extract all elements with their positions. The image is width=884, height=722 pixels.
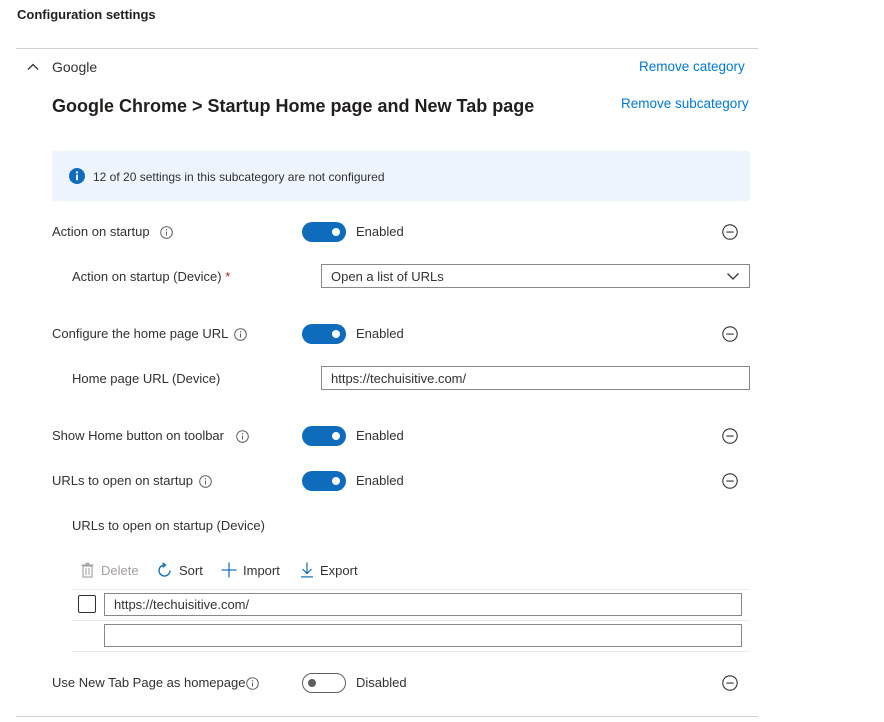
footer-divider: [16, 716, 758, 717]
refresh-icon: [158, 562, 171, 577]
home-page-url-toggle[interactable]: [302, 324, 346, 344]
header-divider: [16, 48, 758, 49]
home-page-url-label: Configure the home page URL: [52, 326, 229, 341]
page-title: Configuration settings: [17, 7, 156, 22]
home-page-url-device-label: Home page URL (Device): [72, 371, 221, 386]
subcategory-title: Google Chrome > Startup Home page and Ne…: [52, 96, 535, 116]
use-new-tab-page-toggle[interactable]: [302, 673, 346, 693]
remove-setting-icon[interactable]: [722, 224, 738, 240]
chevron-up-icon[interactable]: [26, 60, 40, 74]
remove-setting-icon[interactable]: [722, 675, 738, 691]
url-row-input-empty[interactable]: [104, 624, 742, 647]
dropdown-value: Open a list of URLs: [331, 268, 444, 284]
required-marker: *: [225, 269, 231, 284]
list-divider: [72, 651, 750, 652]
action-on-startup-dropdown[interactable]: Open a list of URLs: [321, 264, 750, 288]
use-new-tab-page-state: Disabled: [356, 675, 407, 690]
action-on-startup-device-text: Action on startup (Device): [72, 269, 222, 284]
remove-setting-icon[interactable]: [722, 473, 738, 489]
url-row-input[interactable]: https://techuisitive.com/: [104, 593, 742, 616]
import-button[interactable]: Import: [221, 562, 280, 578]
list-divider: [72, 589, 750, 590]
info-icon[interactable]: [199, 475, 212, 488]
category-name[interactable]: Google: [52, 59, 97, 75]
remove-category-link[interactable]: Remove category: [639, 59, 745, 74]
action-on-startup-toggle[interactable]: [302, 222, 346, 242]
import-label: Import: [243, 562, 280, 578]
remove-setting-icon[interactable]: [722, 428, 738, 444]
urls-on-startup-label: URLs to open on startup: [52, 473, 193, 488]
use-new-tab-page-label: Use New Tab Page as homepage: [52, 675, 246, 690]
export-label: Export: [320, 562, 358, 578]
urls-on-startup-state: Enabled: [356, 473, 404, 488]
download-icon: [301, 562, 313, 578]
remove-subcategory-link[interactable]: Remove subcategory: [621, 96, 749, 111]
home-page-url-state: Enabled: [356, 326, 404, 341]
trash-icon: [81, 562, 94, 578]
export-button[interactable]: Export: [300, 562, 358, 578]
home-page-url-value: https://techuisitive.com/: [331, 370, 467, 386]
action-on-startup-device-label: Action on startup (Device) *: [72, 269, 230, 284]
plus-icon: [221, 562, 237, 578]
info-icon[interactable]: [236, 430, 249, 443]
delete-label: Delete: [101, 562, 139, 578]
urls-on-startup-toggle[interactable]: [302, 471, 346, 491]
sort-button[interactable]: Sort: [156, 562, 203, 579]
info-icon[interactable]: [160, 226, 173, 239]
remove-setting-icon[interactable]: [722, 326, 738, 342]
info-filled-icon: [69, 168, 85, 184]
urls-on-startup-device-label: URLs to open on startup (Device): [72, 518, 265, 533]
action-on-startup-state: Enabled: [356, 224, 404, 239]
info-icon[interactable]: [246, 677, 259, 690]
delete-button[interactable]: Delete: [80, 562, 139, 578]
banner-text: 12 of 20 settings in this subcategory ar…: [93, 170, 385, 184]
chevron-down-icon: [727, 273, 739, 280]
home-page-url-input[interactable]: https://techuisitive.com/: [321, 366, 750, 390]
list-divider: [72, 620, 750, 621]
url-row-value: https://techuisitive.com/: [114, 597, 250, 612]
show-home-button-toggle[interactable]: [302, 426, 346, 446]
sort-label: Sort: [179, 563, 203, 578]
show-home-button-label: Show Home button on toolbar: [52, 428, 224, 443]
show-home-button-state: Enabled: [356, 428, 404, 443]
row-checkbox[interactable]: [78, 595, 96, 613]
info-icon[interactable]: [234, 328, 247, 341]
action-on-startup-label: Action on startup: [52, 224, 150, 239]
